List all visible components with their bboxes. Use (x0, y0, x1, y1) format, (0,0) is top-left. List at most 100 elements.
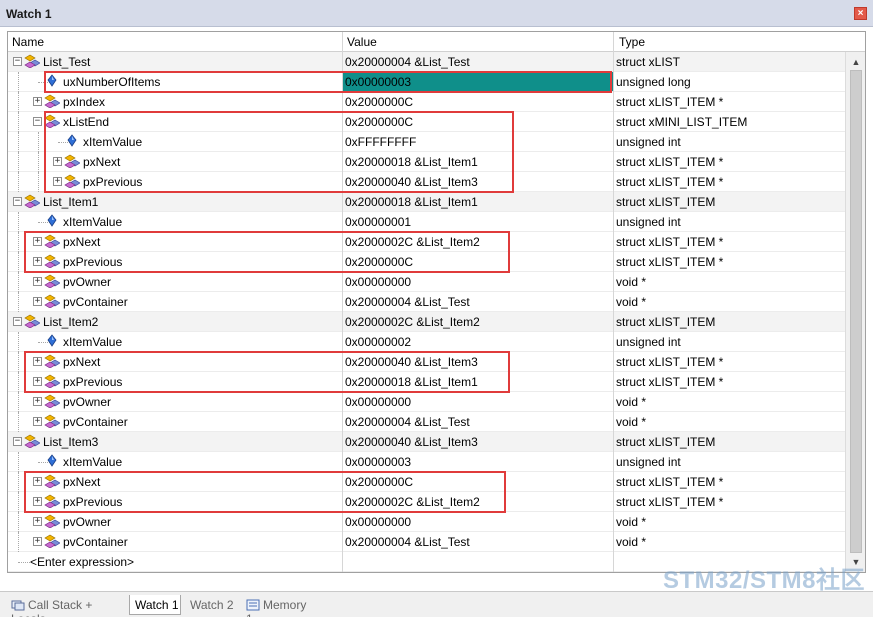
scroll-down-arrow-icon[interactable]: ▼ (849, 555, 863, 569)
struct-icon (44, 514, 61, 529)
row-type: unsigned int (616, 215, 681, 229)
row-name: List_Item3 (43, 435, 99, 449)
row-value[interactable]: 0x20000004 &List_Test (345, 535, 470, 549)
row-type: void * (616, 515, 647, 529)
watch-row[interactable]: + pvContainer 0x20000004 &List_Test void * (8, 412, 846, 432)
tab-label: Watch 2 (190, 598, 234, 612)
row-name: xItemValue (63, 335, 123, 349)
tree-line (18, 332, 19, 352)
watch-row[interactable]: − List_Item2 0x2000002C &List_Item2 struct … (8, 312, 846, 332)
tree-line (18, 212, 19, 232)
tree-line (18, 132, 19, 152)
row-name: pvOwner (63, 515, 112, 529)
expand-icon[interactable]: + (33, 517, 42, 526)
row-value[interactable]: 0x20000004 &List_Test (345, 415, 470, 429)
vertical-scrollbar[interactable]: ▲ ▼ (845, 52, 865, 572)
row-type: void * (616, 395, 647, 409)
expand-icon[interactable]: + (33, 417, 42, 426)
row-value[interactable]: 0x00000001 (345, 215, 411, 229)
tab-watch-1[interactable]: Watch 1 (129, 595, 181, 615)
watch-row[interactable]: + pvOwner 0x00000000 void * (8, 512, 846, 532)
struct-icon (44, 534, 61, 549)
annotation-highlight-box (24, 471, 506, 513)
column-name-header[interactable]: Name (12, 35, 44, 49)
tree-line (38, 152, 39, 172)
row-type: struct xLIST_ITEM * (616, 495, 724, 509)
window-titlebar: Watch 1 × (0, 0, 873, 27)
close-icon[interactable]: × (854, 7, 867, 20)
memory-icon (246, 599, 260, 611)
row-type: void * (616, 535, 647, 549)
scroll-thumb[interactable] (850, 70, 862, 553)
expand-icon[interactable]: + (33, 397, 42, 406)
scroll-up-arrow-icon[interactable]: ▲ (849, 55, 863, 69)
struct-icon (24, 54, 41, 69)
row-value[interactable]: 0x20000004 &List_Test (345, 295, 470, 309)
row-type: struct xLIST (616, 55, 681, 69)
row-value[interactable]: 0x00000000 (345, 275, 411, 289)
expand-icon[interactable]: + (33, 277, 42, 286)
row-name: pvContainer (63, 415, 128, 429)
collapse-icon[interactable]: − (13, 57, 22, 66)
watch-row[interactable]: + pvOwner 0x00000000 void * (8, 392, 846, 412)
row-type: struct xLIST_ITEM * (616, 235, 724, 249)
column-value-header[interactable]: Value (347, 35, 377, 49)
callstack-icon (11, 599, 25, 611)
row-type: struct xLIST_ITEM * (616, 375, 724, 389)
tree-line (18, 392, 19, 412)
expand-icon[interactable]: + (33, 537, 42, 546)
row-type: struct xLIST_ITEM (616, 315, 716, 329)
row-name: List_Item1 (43, 195, 99, 209)
watch-row[interactable]: xItemValue 0x00000003 unsigned int (8, 452, 846, 472)
collapse-icon[interactable]: − (13, 317, 22, 326)
watch-row[interactable]: + pvOwner 0x00000000 void * (8, 272, 846, 292)
tree-line (18, 92, 19, 112)
row-value[interactable]: 0x00000002 (345, 335, 411, 349)
row-value[interactable]: 0x2000002C &List_Item2 (345, 315, 480, 329)
annotation-highlight-box (44, 71, 612, 93)
tree-line (18, 72, 19, 92)
watch-row[interactable]: xItemValue 0x00000002 unsigned int (8, 332, 846, 352)
row-value[interactable]: 0x00000000 (345, 395, 411, 409)
watch-row[interactable]: + pvContainer 0x20000004 &List_Test void * (8, 532, 846, 552)
row-name[interactable]: <Enter expression> (30, 555, 134, 569)
collapse-icon[interactable]: − (13, 197, 22, 206)
watch-row[interactable]: + pvContainer 0x20000004 &List_Test void * (8, 292, 846, 312)
expand-icon[interactable]: + (33, 97, 42, 106)
row-value[interactable]: 0x20000040 &List_Item3 (345, 435, 478, 449)
watch-row[interactable]: − List_Test 0x20000004 &List_Test struct xL… (8, 52, 846, 72)
tab-call-stack-locals[interactable]: Call Stack + Locals (6, 595, 126, 617)
row-value[interactable]: 0x20000004 &List_Test (345, 55, 470, 69)
watch-row[interactable]: − List_Item3 0x20000040 &List_Item3 struct … (8, 432, 846, 452)
struct-icon (44, 394, 61, 409)
tree-line (18, 232, 19, 252)
column-type-header[interactable]: Type (619, 35, 645, 49)
row-type: struct xMINI_LIST_ITEM (616, 115, 748, 129)
row-value[interactable]: 0x00000003 (345, 455, 411, 469)
row-type: struct xLIST_ITEM * (616, 475, 724, 489)
row-value[interactable]: 0x00000000 (345, 515, 411, 529)
column-divider-type[interactable] (613, 32, 614, 572)
row-type: struct xLIST_ITEM * (616, 95, 724, 109)
watch-row[interactable]: − List_Item1 0x20000018 &List_Item1 struct … (8, 192, 846, 212)
watch-row[interactable]: xItemValue 0x00000001 unsigned int (8, 212, 846, 232)
window-title: Watch 1 (6, 7, 52, 21)
row-name: pvContainer (63, 295, 128, 309)
collapse-icon[interactable]: − (33, 117, 42, 126)
tree-line (18, 472, 19, 492)
row-value[interactable]: 0x20000018 &List_Item1 (345, 195, 478, 209)
watch-row[interactable]: + pxIndex 0x2000000C struct xLIST_ITEM * (8, 92, 846, 112)
row-type: struct xLIST_ITEM * (616, 355, 724, 369)
tab-watch-2[interactable]: Watch 2 (185, 595, 237, 615)
row-name: pvOwner (63, 275, 112, 289)
row-value[interactable]: 0x2000000C (345, 95, 413, 109)
expand-icon[interactable]: + (33, 297, 42, 306)
enter-expression-row[interactable]: <Enter expression> (8, 552, 846, 572)
tab-memory-1[interactable]: Memory 1 (241, 595, 315, 617)
struct-icon (44, 94, 61, 109)
tab-label: Watch 1 (135, 598, 179, 612)
collapse-icon[interactable]: − (13, 437, 22, 446)
row-type: void * (616, 415, 647, 429)
row-type: void * (616, 275, 647, 289)
row-type: void * (616, 295, 647, 309)
